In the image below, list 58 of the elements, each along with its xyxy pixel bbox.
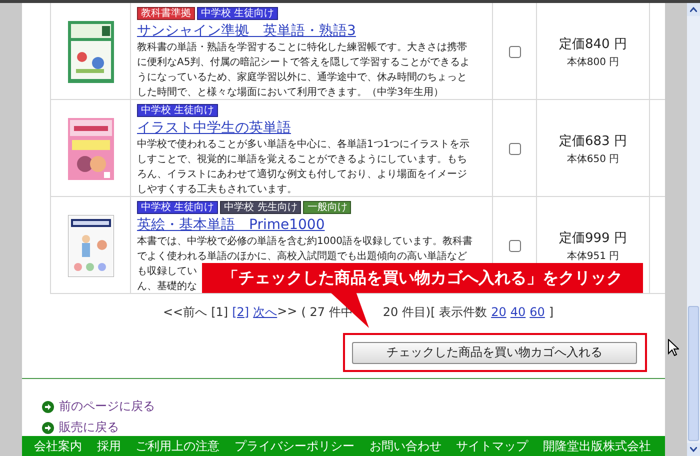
category-tag: 中学校 生徒向け [197,7,278,20]
description-line: も収録してい [137,264,197,279]
current-page: [1] [211,305,228,319]
scroll-down-icon[interactable] [690,447,697,452]
per-page-link[interactable]: 60 [530,305,545,319]
base-price: 本体951 円 [566,250,620,262]
back-link[interactable]: 販売に戻る [59,419,119,436]
per-page-link[interactable]: 20 [491,305,506,319]
category-tag: 中学校 生徒向け [137,104,218,117]
footer-link[interactable]: 採用 [96,438,121,455]
scrollbar[interactable] [687,3,700,456]
category-tag: 教科書準拠 [137,7,195,20]
callout-pointer [330,292,370,328]
base-price: 本体650 円 [566,152,620,166]
product-title-link[interactable]: サンシャイン準拠 英単語・熟語3 [137,22,356,40]
list-price: 定価999 円 [559,230,627,246]
description-line: しすことで、視覚的に単語を覚えることができるようにしています。もち [137,152,467,167]
next-arrows: >> [277,304,298,320]
per-page-link[interactable]: 40 [510,305,526,319]
description-line: うになっているため、家庭学習以外に、通学途中で、休み時間のちょっと [137,70,467,85]
arrow-circle-icon [42,422,54,434]
next-link[interactable]: 次へ [253,304,278,321]
description-line: に便利なA5判、付属の暗記シートで答えを隠して学習することができるよ [137,56,470,70]
cursor-icon [668,339,679,356]
description-line: ろん、イラストにあわせて適切な例文も付しており、より場面をイメージ [137,168,467,182]
select-checkbox[interactable] [508,240,520,252]
category-tag: 一般向け [303,201,352,214]
footer-link[interactable]: 会社案内 [34,438,82,455]
description-line: しやすくする工夫もされています。 [137,182,297,197]
product-title-link[interactable]: 英絵・基本単語 Prime1000 [137,216,325,234]
category-tag: 中学校 生徒向け [137,201,218,214]
select-checkbox[interactable] [508,46,520,58]
description-line: 教科書の単語・熟語を学習することに特化した練習帳です。大きさは携帯 [137,40,467,55]
arrow-circle-icon [42,400,54,413]
add-to-cart-button[interactable]: チェックした商品を買い物カゴへ入れる [352,342,637,364]
result-count: 20 件目)[ 表示件数 [382,304,488,321]
page-link[interactable]: [2] [232,305,250,319]
description-line: 中学校で使われることが多い単語を中心に、各単語1つ1つにイラストを示 [137,138,470,152]
back-link[interactable]: 前のページに戻る [59,398,155,416]
list-price: 定価840 円 [559,36,627,52]
category-tag: 中学校 先生向け [220,201,302,214]
description-line: 本書では、中学校で必修の単語を含む約1000語を収録しています。教科書 [137,234,472,249]
previous-label: <<前へ [163,304,208,321]
product-title-link[interactable]: イラスト中学生の英単語 [137,119,291,137]
scroll-up-icon[interactable] [690,7,697,12]
footer-link[interactable]: ご利用上の注意 [136,438,220,455]
scrollbar-thumb[interactable] [688,306,699,441]
bracket-text: ] [548,305,554,319]
description-line: でよく使われる単語のほかに、高校入試問題でも出題傾向の高い単語など [137,250,467,264]
footer-link[interactable]: お問い合わせ [369,438,442,455]
select-checkbox[interactable] [508,142,520,154]
description-line: した時間で、と様々な場面において利用できます。（中学3年生用） [137,86,444,100]
footer-link[interactable]: プライバシーポリシー [234,438,354,455]
footer-link[interactable]: 開隆堂出版株式会社 [542,438,651,455]
base-price: 本体800 円 [566,56,620,68]
description-line: ん、基礎的な [137,280,197,294]
list-price: 定価683 円 [559,132,627,150]
footer-link[interactable]: サイトマップ [456,438,528,455]
